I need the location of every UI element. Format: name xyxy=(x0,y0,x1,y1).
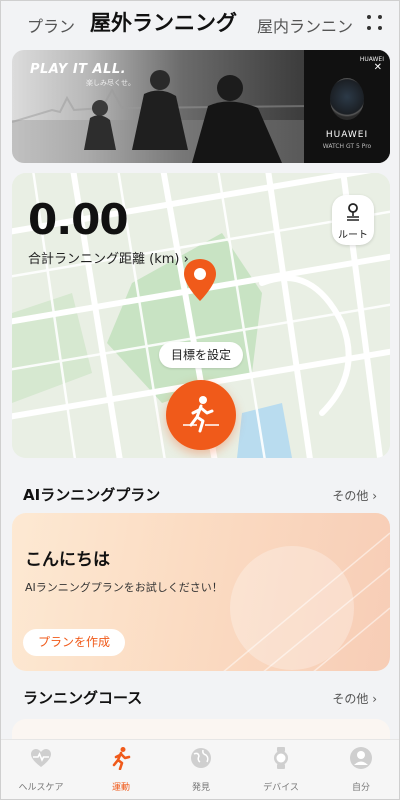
location-pin-icon xyxy=(184,259,216,301)
ai-plan-message: AIランニングプランをお試しください！ xyxy=(25,581,223,594)
nav-discover[interactable]: 発見 xyxy=(161,746,241,793)
banner-model: WATCH GT 5 Pro xyxy=(322,143,372,150)
grid-menu-icon[interactable] xyxy=(367,15,383,31)
banner-product: HUAWEI ✕ HUAWEI WATCH GT 5 Pro xyxy=(304,50,390,163)
promo-banner[interactable]: PLAY IT ALL. 楽しみ尽くせ。 HUAWEI ✕ HUAWEI WAT… xyxy=(12,50,390,163)
banner-close-icon[interactable]: ✕ xyxy=(374,62,382,73)
tab-outdoor-running[interactable]: 屋外ランニング xyxy=(90,7,237,37)
banner-brand: HUAWEI xyxy=(325,130,369,140)
app-screen: プラン 屋外ランニング 屋内ランニン PLAY IT ALL. 楽しみ尽くせ。 … xyxy=(0,0,400,800)
globe-icon xyxy=(191,748,211,768)
route-button[interactable]: ルート xyxy=(332,195,374,245)
running-course-title: ランニングコース xyxy=(23,689,143,707)
route-label: ルート xyxy=(338,230,368,241)
nav-discover-label: 発見 xyxy=(191,783,210,793)
ai-plan-greeting: こんにちは xyxy=(25,550,110,570)
start-run-button[interactable] xyxy=(166,380,236,450)
route-pin-icon xyxy=(347,203,359,221)
person-icon xyxy=(350,747,372,769)
nav-devices[interactable]: デバイス xyxy=(241,746,321,793)
set-goal-button[interactable]: 目標を設定 xyxy=(159,342,243,368)
heart-pulse-icon xyxy=(31,749,51,767)
nav-health[interactable]: ヘルスケア xyxy=(1,746,81,793)
create-plan-button[interactable]: プランを作成 xyxy=(23,629,125,656)
smartwatch-image xyxy=(330,78,364,120)
banner-slogan-sub: 楽しみ尽くせ。 xyxy=(86,79,135,87)
nav-me[interactable]: 自分 xyxy=(321,746,399,793)
nav-exercise[interactable]: 運動 xyxy=(81,746,161,793)
nav-devices-label: デバイス xyxy=(263,783,299,793)
running-course-more-link[interactable]: その他 › xyxy=(332,690,377,707)
runner-icon xyxy=(183,396,219,433)
total-distance-value: 0.00 xyxy=(28,195,129,244)
total-distance-label[interactable]: 合計ランニング距離 (km) › xyxy=(28,248,189,267)
bottom-navigation: ヘルスケア 運動 発見 デバイス 自分 xyxy=(1,739,399,799)
top-tabs: プラン 屋外ランニング 屋内ランニン xyxy=(1,7,399,37)
nav-exercise-label: 運動 xyxy=(111,783,130,793)
banner-slogan: PLAY IT ALL. xyxy=(30,62,127,77)
running-icon xyxy=(112,747,131,771)
nav-me-label: 自分 xyxy=(351,783,370,793)
ai-plan-more-link[interactable]: その他 › xyxy=(332,487,377,504)
ai-plan-title: AIランニングプラン xyxy=(23,486,161,504)
tab-indoor-running[interactable]: 屋内ランニン xyxy=(257,13,353,37)
running-map-card: 0.00 合計ランニング距離 (km) › ルート 目標を設定 xyxy=(12,173,390,458)
nav-health-label: ヘルスケア xyxy=(18,783,64,793)
watch-icon xyxy=(274,747,288,769)
tab-plan[interactable]: プラン xyxy=(27,13,75,37)
ai-plan-card[interactable]: こんにちは AIランニングプランをお試しください！ プランを作成 xyxy=(12,513,390,671)
